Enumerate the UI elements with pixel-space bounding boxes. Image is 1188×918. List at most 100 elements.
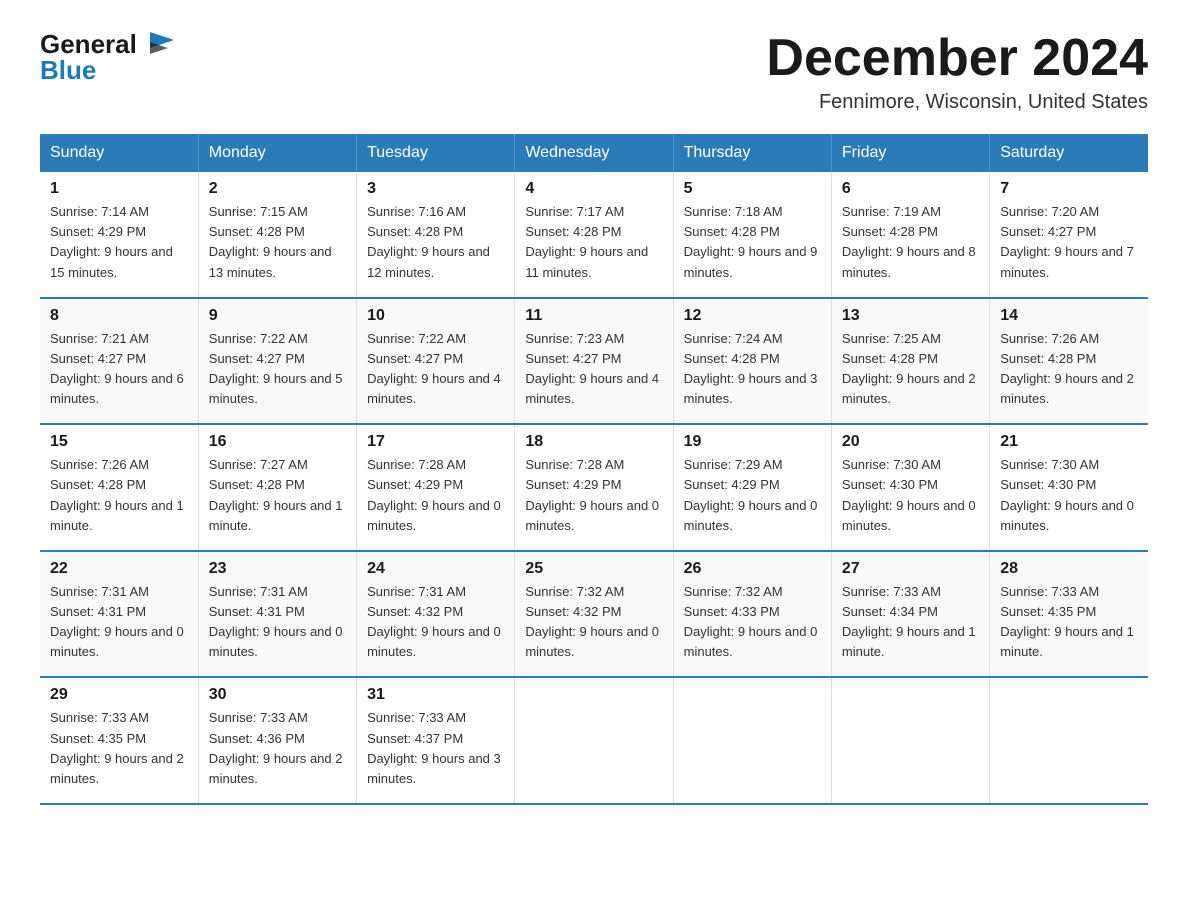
weekday-row: SundayMondayTuesdayWednesdayThursdayFrid… (40, 134, 1148, 172)
day-number: 25 (525, 560, 662, 578)
calendar-day-cell: 13 Sunrise: 7:25 AMSunset: 4:28 PMDaylig… (831, 298, 989, 425)
day-number: 31 (367, 686, 504, 704)
calendar-day-cell: 26 Sunrise: 7:32 AMSunset: 4:33 PMDaylig… (673, 551, 831, 678)
day-number: 17 (367, 433, 504, 451)
day-info: Sunrise: 7:32 AMSunset: 4:32 PMDaylight:… (525, 584, 659, 659)
day-info: Sunrise: 7:29 AMSunset: 4:29 PMDaylight:… (684, 457, 818, 532)
day-number: 29 (50, 686, 188, 704)
day-number: 4 (525, 180, 662, 198)
day-number: 13 (842, 307, 979, 325)
calendar-day-cell: 21 Sunrise: 7:30 AMSunset: 4:30 PMDaylig… (990, 424, 1148, 551)
day-number: 5 (684, 180, 821, 198)
day-info: Sunrise: 7:31 AMSunset: 4:31 PMDaylight:… (50, 584, 184, 659)
day-info: Sunrise: 7:30 AMSunset: 4:30 PMDaylight:… (842, 457, 976, 532)
weekday-header-monday: Monday (198, 134, 356, 172)
day-number: 6 (842, 180, 979, 198)
day-info: Sunrise: 7:33 AMSunset: 4:35 PMDaylight:… (50, 710, 184, 785)
day-info: Sunrise: 7:32 AMSunset: 4:33 PMDaylight:… (684, 584, 818, 659)
calendar-day-cell: 25 Sunrise: 7:32 AMSunset: 4:32 PMDaylig… (515, 551, 673, 678)
calendar-day-cell: 12 Sunrise: 7:24 AMSunset: 4:28 PMDaylig… (673, 298, 831, 425)
calendar-day-cell: 14 Sunrise: 7:26 AMSunset: 4:28 PMDaylig… (990, 298, 1148, 425)
calendar-day-cell: 27 Sunrise: 7:33 AMSunset: 4:34 PMDaylig… (831, 551, 989, 678)
day-number: 23 (209, 560, 346, 578)
day-number: 9 (209, 307, 346, 325)
day-info: Sunrise: 7:16 AMSunset: 4:28 PMDaylight:… (367, 204, 490, 279)
day-info: Sunrise: 7:14 AMSunset: 4:29 PMDaylight:… (50, 204, 173, 279)
calendar-day-cell: 16 Sunrise: 7:27 AMSunset: 4:28 PMDaylig… (198, 424, 356, 551)
day-info: Sunrise: 7:25 AMSunset: 4:28 PMDaylight:… (842, 331, 976, 406)
day-number: 20 (842, 433, 979, 451)
calendar-day-cell: 20 Sunrise: 7:30 AMSunset: 4:30 PMDaylig… (831, 424, 989, 551)
calendar-day-cell: 7 Sunrise: 7:20 AMSunset: 4:27 PMDayligh… (990, 172, 1148, 298)
day-info: Sunrise: 7:15 AMSunset: 4:28 PMDaylight:… (209, 204, 332, 279)
day-number: 27 (842, 560, 979, 578)
day-number: 1 (50, 180, 188, 198)
calendar-day-cell: 2 Sunrise: 7:15 AMSunset: 4:28 PMDayligh… (198, 172, 356, 298)
day-info: Sunrise: 7:19 AMSunset: 4:28 PMDaylight:… (842, 204, 976, 279)
calendar-day-cell: 31 Sunrise: 7:33 AMSunset: 4:37 PMDaylig… (357, 677, 515, 804)
calendar-day-cell: 4 Sunrise: 7:17 AMSunset: 4:28 PMDayligh… (515, 172, 673, 298)
day-info: Sunrise: 7:33 AMSunset: 4:34 PMDaylight:… (842, 584, 976, 659)
calendar-day-cell (515, 677, 673, 804)
calendar-day-cell: 15 Sunrise: 7:26 AMSunset: 4:28 PMDaylig… (40, 424, 198, 551)
day-number: 11 (525, 307, 662, 325)
day-number: 16 (209, 433, 346, 451)
calendar-day-cell: 23 Sunrise: 7:31 AMSunset: 4:31 PMDaylig… (198, 551, 356, 678)
calendar-day-cell: 6 Sunrise: 7:19 AMSunset: 4:28 PMDayligh… (831, 172, 989, 298)
day-info: Sunrise: 7:20 AMSunset: 4:27 PMDaylight:… (1000, 204, 1134, 279)
calendar-day-cell: 24 Sunrise: 7:31 AMSunset: 4:32 PMDaylig… (357, 551, 515, 678)
day-number: 12 (684, 307, 821, 325)
day-info: Sunrise: 7:27 AMSunset: 4:28 PMDaylight:… (209, 457, 343, 532)
day-info: Sunrise: 7:18 AMSunset: 4:28 PMDaylight:… (684, 204, 818, 279)
day-info: Sunrise: 7:23 AMSunset: 4:27 PMDaylight:… (525, 331, 659, 406)
day-number: 19 (684, 433, 821, 451)
day-info: Sunrise: 7:33 AMSunset: 4:37 PMDaylight:… (367, 710, 501, 785)
weekday-header-friday: Friday (831, 134, 989, 172)
weekday-header-sunday: Sunday (40, 134, 198, 172)
day-number: 7 (1000, 180, 1138, 198)
location: Fennimore, Wisconsin, United States (766, 91, 1148, 114)
calendar-day-cell (990, 677, 1148, 804)
day-number: 2 (209, 180, 346, 198)
weekday-header-thursday: Thursday (673, 134, 831, 172)
calendar-day-cell: 8 Sunrise: 7:21 AMSunset: 4:27 PMDayligh… (40, 298, 198, 425)
calendar-week-row: 8 Sunrise: 7:21 AMSunset: 4:27 PMDayligh… (40, 298, 1148, 425)
calendar-day-cell: 5 Sunrise: 7:18 AMSunset: 4:28 PMDayligh… (673, 172, 831, 298)
month-title: December 2024 (766, 30, 1148, 87)
logo-flag-icon (146, 32, 178, 60)
calendar-day-cell: 18 Sunrise: 7:28 AMSunset: 4:29 PMDaylig… (515, 424, 673, 551)
day-number: 22 (50, 560, 188, 578)
calendar-day-cell: 28 Sunrise: 7:33 AMSunset: 4:35 PMDaylig… (990, 551, 1148, 678)
day-info: Sunrise: 7:22 AMSunset: 4:27 PMDaylight:… (367, 331, 501, 406)
calendar-day-cell: 1 Sunrise: 7:14 AMSunset: 4:29 PMDayligh… (40, 172, 198, 298)
day-info: Sunrise: 7:26 AMSunset: 4:28 PMDaylight:… (50, 457, 184, 532)
day-info: Sunrise: 7:28 AMSunset: 4:29 PMDaylight:… (525, 457, 659, 532)
day-info: Sunrise: 7:28 AMSunset: 4:29 PMDaylight:… (367, 457, 501, 532)
calendar-day-cell (831, 677, 989, 804)
weekday-header-saturday: Saturday (990, 134, 1148, 172)
calendar-table: SundayMondayTuesdayWednesdayThursdayFrid… (40, 134, 1148, 805)
logo: General Blue (40, 30, 178, 85)
calendar-day-cell: 17 Sunrise: 7:28 AMSunset: 4:29 PMDaylig… (357, 424, 515, 551)
calendar-week-row: 15 Sunrise: 7:26 AMSunset: 4:28 PMDaylig… (40, 424, 1148, 551)
day-number: 3 (367, 180, 504, 198)
day-number: 21 (1000, 433, 1138, 451)
day-info: Sunrise: 7:26 AMSunset: 4:28 PMDaylight:… (1000, 331, 1134, 406)
calendar-header: SundayMondayTuesdayWednesdayThursdayFrid… (40, 134, 1148, 172)
day-number: 18 (525, 433, 662, 451)
calendar-day-cell: 30 Sunrise: 7:33 AMSunset: 4:36 PMDaylig… (198, 677, 356, 804)
day-info: Sunrise: 7:21 AMSunset: 4:27 PMDaylight:… (50, 331, 184, 406)
day-number: 26 (684, 560, 821, 578)
calendar-week-row: 22 Sunrise: 7:31 AMSunset: 4:31 PMDaylig… (40, 551, 1148, 678)
calendar-body: 1 Sunrise: 7:14 AMSunset: 4:29 PMDayligh… (40, 172, 1148, 804)
day-info: Sunrise: 7:33 AMSunset: 4:36 PMDaylight:… (209, 710, 343, 785)
title-block: December 2024 Fennimore, Wisconsin, Unit… (766, 30, 1148, 114)
calendar-day-cell: 19 Sunrise: 7:29 AMSunset: 4:29 PMDaylig… (673, 424, 831, 551)
day-number: 10 (367, 307, 504, 325)
calendar-day-cell: 3 Sunrise: 7:16 AMSunset: 4:28 PMDayligh… (357, 172, 515, 298)
logo-blue: Blue (40, 55, 96, 85)
day-info: Sunrise: 7:22 AMSunset: 4:27 PMDaylight:… (209, 331, 343, 406)
day-info: Sunrise: 7:24 AMSunset: 4:28 PMDaylight:… (684, 331, 818, 406)
calendar-week-row: 1 Sunrise: 7:14 AMSunset: 4:29 PMDayligh… (40, 172, 1148, 298)
day-info: Sunrise: 7:17 AMSunset: 4:28 PMDaylight:… (525, 204, 648, 279)
